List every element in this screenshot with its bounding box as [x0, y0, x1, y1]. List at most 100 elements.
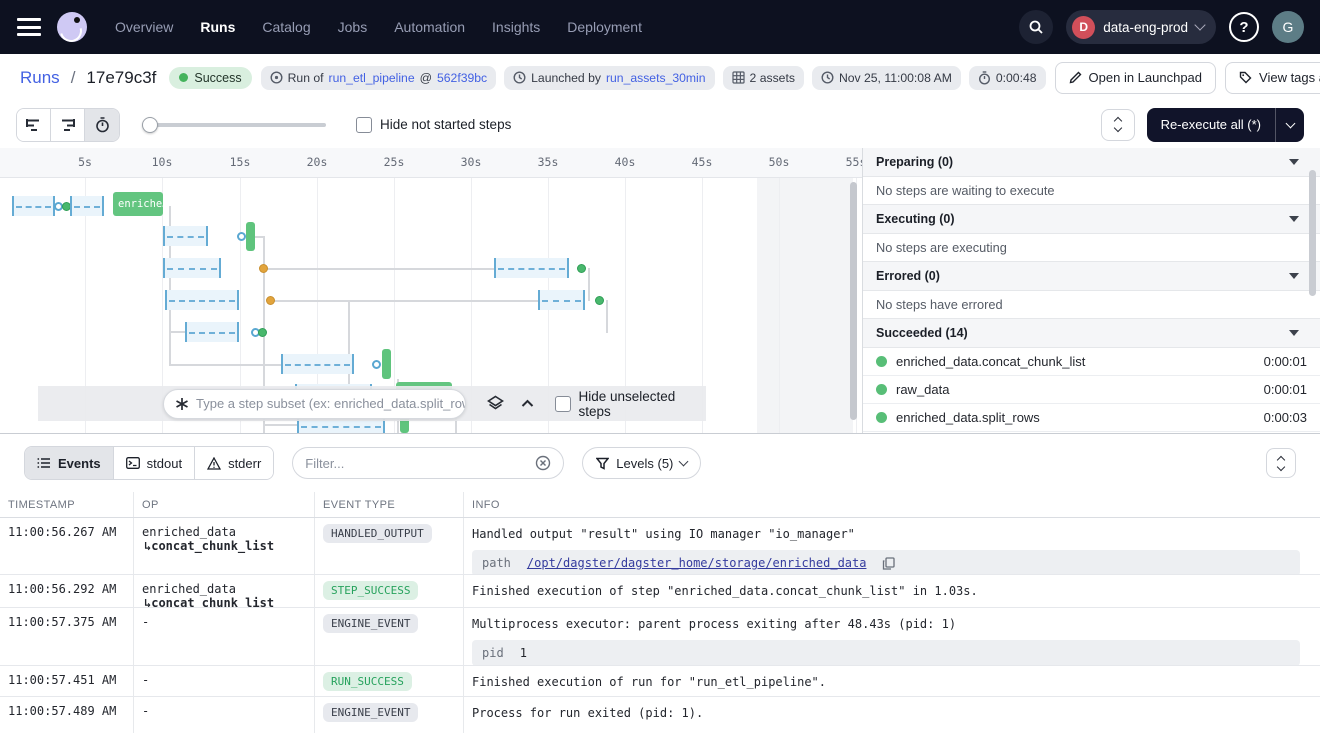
slider-handle[interactable] [142, 117, 158, 133]
menu-icon[interactable] [17, 18, 41, 36]
nav-item-insights[interactable]: Insights [492, 19, 540, 35]
stopwatch-icon [978, 71, 991, 85]
run-tag[interactable]: Nov 25, 11:00:08 AM [812, 66, 961, 90]
waterfall-end-icon[interactable] [51, 109, 85, 141]
view-tags-and-config-button[interactable]: View tags and config [1225, 62, 1320, 94]
nav-item-runs[interactable]: Runs [200, 19, 235, 35]
timeline-mode-icon[interactable] [85, 109, 119, 141]
step-bar-notstarted[interactable] [70, 196, 104, 216]
cell-timestamp: 11:00:57.489 AM [0, 697, 134, 733]
nav-item-overview[interactable]: Overview [115, 19, 173, 35]
circle-open[interactable] [372, 360, 381, 369]
run-tag[interactable]: 2 assets [723, 66, 804, 90]
run-tag[interactable]: Launched by run_assets_30min [504, 66, 714, 90]
table-row[interactable]: 11:00:57.489 AM-ENGINE_EVENTProcess for … [0, 697, 1320, 733]
reexecute-button[interactable]: Re-execute all (*) [1147, 108, 1304, 142]
dot-orange[interactable] [259, 264, 268, 273]
section-title: Succeeded (14) [876, 326, 968, 340]
dot-green[interactable] [577, 264, 586, 273]
step-name: enriched_data.split_rows [896, 410, 1040, 425]
section-header[interactable]: Preparing (0) [863, 148, 1320, 177]
step-bar-notstarted[interactable] [163, 258, 221, 278]
metadata-link[interactable]: /opt/dagster/dagster_home/storage/enrich… [527, 556, 867, 570]
run-tag[interactable]: 0:00:48 [969, 66, 1046, 90]
clock-icon [513, 71, 526, 84]
layers-icon[interactable] [487, 395, 504, 412]
step-bar-success[interactable]: enriche… [113, 192, 163, 216]
levels-dropdown[interactable]: Levels (5) [582, 447, 701, 479]
tag-link[interactable]: run_etl_pipeline [329, 71, 415, 85]
search-icon[interactable] [1019, 10, 1053, 44]
dagster-logo-icon[interactable] [57, 12, 87, 42]
expand-collapse-button[interactable] [1101, 109, 1135, 141]
cell-op: - [134, 666, 315, 696]
dot-green[interactable] [258, 328, 267, 337]
table-row[interactable]: 11:00:56.267 AMenriched_data↳concat_chun… [0, 518, 1320, 575]
copy-icon[interactable] [882, 557, 895, 570]
tab-Events[interactable]: Events [25, 447, 114, 479]
hide-not-started-toggle[interactable]: Hide not started steps [356, 117, 511, 133]
help-icon[interactable]: ? [1229, 12, 1259, 42]
table-row[interactable]: 11:00:56.292 AMenriched_data↳concat_chun… [0, 575, 1320, 608]
tag-link[interactable]: run_assets_30min [606, 71, 706, 85]
avatar[interactable]: G [1272, 11, 1304, 43]
metadata-key: pid [482, 646, 504, 660]
dot-green[interactable] [595, 296, 604, 305]
section-header[interactable]: Succeeded (14) [863, 319, 1320, 348]
tag-text: 0:00:48 [996, 71, 1037, 85]
hide-unselected-toggle[interactable]: Hide unselected steps [555, 389, 706, 419]
step-bar-notstarted[interactable] [163, 226, 208, 246]
nav-item-deployment[interactable]: Deployment [567, 19, 642, 35]
zoom-slider[interactable] [142, 117, 326, 133]
terminal-icon [126, 457, 140, 469]
section-header[interactable]: Executing (0) [863, 205, 1320, 234]
clear-filter-icon[interactable] [535, 455, 551, 471]
nav-item-jobs[interactable]: Jobs [338, 19, 368, 35]
step-list-item[interactable]: enriched_data.split_rows 0:00:03 [863, 404, 1320, 432]
section-header[interactable]: Errored (0) [863, 262, 1320, 291]
chevron-up-icon[interactable] [521, 399, 534, 408]
step-list-item[interactable]: raw_data0:00:01 [863, 376, 1320, 404]
table-row[interactable]: 11:00:57.375 AM-ENGINE_EVENTMultiprocess… [0, 608, 1320, 666]
table-row[interactable]: 11:00:57.451 AM-RUN_SUCCESSFinished exec… [0, 666, 1320, 697]
grid-icon [732, 71, 745, 84]
run-tag[interactable]: Run of run_etl_pipeline @ 562f39bc [261, 66, 497, 90]
filter-input[interactable]: Filter... [292, 447, 564, 479]
step-bar-notstarted[interactable] [165, 290, 239, 310]
run-header: Runs / 17e79c3f Success Run of run_etl_p… [0, 54, 1320, 101]
step-subset-input[interactable]: Type a step subset (ex: enriched_data.sp… [163, 389, 466, 419]
step-bar-success[interactable] [246, 222, 255, 251]
column-header: EVENT TYPE [315, 492, 464, 517]
step-bar-success[interactable] [382, 349, 391, 379]
circle-open[interactable] [237, 232, 246, 241]
section-empty-text: No steps are executing [863, 234, 1320, 262]
panel-scrollbar[interactable] [1309, 170, 1316, 296]
hide-unselected-checkbox[interactable] [555, 396, 570, 412]
hide-not-started-checkbox[interactable] [356, 117, 372, 133]
tag-link[interactable]: 562f39bc [437, 71, 487, 85]
dependency-line [606, 300, 608, 333]
step-bar-notstarted[interactable] [538, 290, 585, 310]
step-bar-notstarted[interactable] [12, 196, 55, 216]
chevron-down-icon [1289, 216, 1299, 222]
expand-logs-button[interactable] [1266, 448, 1296, 478]
nav-item-catalog[interactable]: Catalog [262, 19, 310, 35]
step-bar-notstarted[interactable] [494, 258, 569, 278]
axis-tick-label: 30s [461, 155, 482, 169]
step-list-item[interactable]: enriched_data.concat_chunk_list0:00:01 [863, 348, 1320, 376]
tab-stderr[interactable]: stderr [195, 447, 273, 479]
waterfall-start-icon[interactable] [17, 109, 51, 141]
step-bar-notstarted[interactable] [185, 322, 239, 342]
step-status-panel: Preparing (0)No steps are waiting to exe… [862, 148, 1320, 433]
workspace-switcher[interactable]: D data-eng-prod [1066, 10, 1216, 44]
nav-item-automation[interactable]: Automation [394, 19, 465, 35]
dot-orange[interactable] [266, 296, 275, 305]
metadata-entry: pid1 [472, 640, 1300, 665]
tab-stdout[interactable]: stdout [114, 447, 195, 479]
open-in-launchpad-button[interactable]: Open in Launchpad [1055, 62, 1216, 94]
step-duration: 0:00:03 [1264, 410, 1307, 425]
breadcrumb-runs-link[interactable]: Runs [20, 68, 60, 88]
step-bar-notstarted[interactable] [281, 354, 354, 374]
gantt-scrollbar[interactable] [850, 182, 857, 420]
reexecute-dropdown-icon[interactable] [1276, 123, 1304, 127]
